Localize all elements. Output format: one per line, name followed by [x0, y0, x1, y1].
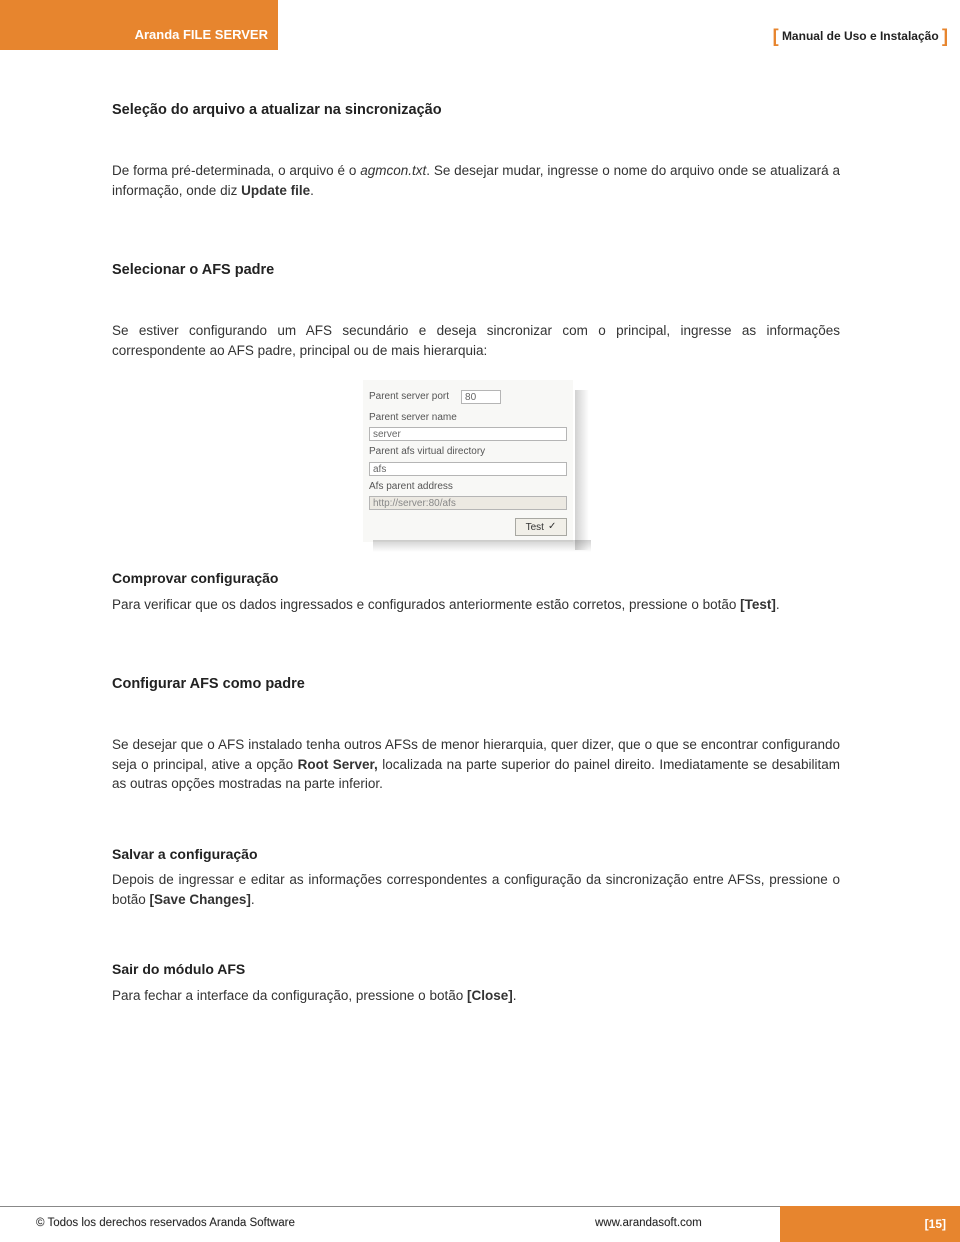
footer-page-number-block: [15]: [780, 1206, 960, 1242]
label-parent-addr: Afs parent address: [369, 480, 567, 495]
text: .: [251, 892, 255, 907]
heading-selecao-arquivo: Seleção do arquivo a atualizar na sincro…: [112, 100, 840, 121]
para-salvar: Depois de ingressar e editar as informaç…: [112, 870, 840, 909]
label-parent-port: Parent server port: [369, 390, 449, 405]
product-title-block: Aranda FILE SERVER: [0, 0, 278, 50]
afs-parent-panel: Parent server port 80 Parent server name…: [363, 380, 573, 542]
label-parent-name: Parent server name: [369, 411, 567, 426]
para-sair: Para fechar a interface da configuração,…: [112, 986, 840, 1006]
para-configurar-padre: Se desejar que o AFS instalado tenha out…: [112, 735, 840, 794]
text: De forma pré-determinada, o arquivo é o: [112, 163, 360, 178]
heading-comprovar: Comprovar configuração: [112, 568, 840, 588]
para-selecao-arquivo: De forma pré-determinada, o arquivo é o …: [112, 161, 840, 200]
embedded-screenshot: Parent server port 80 Parent server name…: [363, 380, 589, 542]
label-parent-vdir: Parent afs virtual directory: [369, 445, 567, 460]
footer-url: www.arandasoft.com: [595, 1217, 702, 1229]
product-title: Aranda FILE SERVER: [135, 27, 268, 42]
check-icon: ✓: [548, 522, 556, 532]
ui-ref-save-changes: [Save Changes]: [150, 892, 251, 907]
input-parent-name[interactable]: server: [369, 427, 567, 441]
doc-label: [ Manual de Uso e Instalação ]: [773, 26, 948, 47]
text: .: [513, 988, 517, 1003]
page-footer: © Todos los derechos reservados Aranda S…: [0, 1206, 960, 1242]
para-comprovar: Para verificar que os dados ingressados …: [112, 595, 840, 615]
filename: agmcon.txt: [360, 163, 426, 178]
ui-ref-close: [Close]: [467, 988, 513, 1003]
heading-salvar: Salvar a configuração: [112, 844, 840, 864]
text: Para fechar a interface da configuração,…: [112, 988, 467, 1003]
ui-ref-root-server: Root Server,: [298, 757, 378, 772]
footer-page-number: [15]: [925, 1217, 946, 1231]
doc-label-text: Manual de Uso e Instalação: [782, 29, 939, 43]
bracket-close-icon: ]: [942, 26, 948, 46]
text: .: [776, 597, 780, 612]
page-body: Seleção do arquivo a atualizar na sincro…: [112, 100, 840, 1005]
footer-copyright: © Todos los derechos reservados Aranda S…: [36, 1217, 295, 1229]
para-selecionar-padre: Se estiver configurando um AFS secundári…: [112, 321, 840, 360]
input-parent-addr: http://server:80/afs: [369, 496, 567, 510]
shadow-decor: [373, 540, 591, 552]
ui-ref-update-file: Update file: [241, 183, 310, 198]
text: Para verificar que os dados ingressados …: [112, 597, 740, 612]
test-button-label: Test: [526, 522, 544, 533]
input-parent-vdir[interactable]: afs: [369, 462, 567, 476]
heading-sair: Sair do módulo AFS: [112, 959, 840, 979]
input-parent-port[interactable]: 80: [461, 390, 501, 404]
shadow-decor: [575, 390, 589, 550]
document-page: Aranda FILE SERVER [ Manual de Uso e Ins…: [0, 0, 960, 1242]
text: .: [310, 183, 314, 198]
ui-ref-test: [Test]: [740, 597, 776, 612]
heading-configurar-padre: Configurar AFS como padre: [112, 674, 840, 695]
heading-selecionar-padre: Selecionar o AFS padre: [112, 260, 840, 281]
bracket-open-icon: [: [773, 26, 779, 46]
test-button[interactable]: Test ✓: [515, 518, 567, 536]
page-header: Aranda FILE SERVER [ Manual de Uso e Ins…: [0, 0, 960, 50]
